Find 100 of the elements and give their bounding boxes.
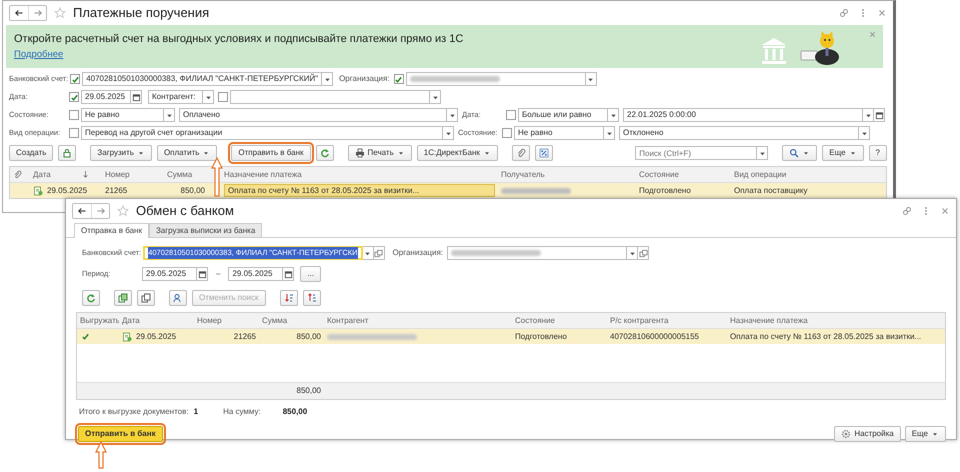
checkbox[interactable] bbox=[506, 110, 516, 120]
dropdown-button[interactable] bbox=[430, 90, 441, 104]
dropdown-button[interactable] bbox=[608, 108, 619, 122]
settings-button[interactable]: Настройка bbox=[834, 426, 901, 442]
table-cell: 29.05.2025 bbox=[47, 184, 88, 196]
forward-arrow-icon bbox=[96, 206, 106, 216]
send-to-bank-button[interactable]: Отправить в банк bbox=[231, 145, 311, 161]
condition-field[interactable]: Больше или равно bbox=[518, 108, 608, 122]
printer-icon bbox=[354, 148, 365, 158]
more-button[interactable]: Еще bbox=[822, 145, 864, 161]
checkbox[interactable] bbox=[394, 74, 404, 84]
sort-button[interactable] bbox=[280, 290, 298, 306]
back-arrow-icon bbox=[77, 206, 87, 216]
caret-icon bbox=[202, 149, 210, 157]
directbank-button[interactable]: 1С:ДиректБанк bbox=[416, 145, 498, 161]
caret-icon bbox=[802, 149, 810, 157]
checkbox[interactable] bbox=[69, 110, 79, 120]
table-cell[interactable]: Оплата по счету № 1163 от 28.05.2025 за визитки... bbox=[224, 184, 495, 197]
calendar-button[interactable] bbox=[874, 108, 885, 122]
bank-account-field[interactable]: 40702810501030000383, ФИЛИАЛ "САНКТ-ПЕТЕРБУРГСКИЙ" bbox=[82, 72, 322, 86]
link-icon[interactable] bbox=[902, 206, 912, 216]
deselect-button[interactable] bbox=[137, 290, 155, 306]
select-all-button[interactable] bbox=[114, 290, 132, 306]
status-field[interactable]: Оплачено bbox=[179, 108, 447, 122]
checkbox[interactable] bbox=[218, 92, 228, 102]
summary-value: 850,00 bbox=[282, 406, 308, 418]
sort-up-icon bbox=[306, 293, 317, 303]
calendar-button[interactable] bbox=[197, 267, 208, 281]
counterparty-selector[interactable]: Контрагент: bbox=[148, 90, 203, 104]
star-icon[interactable] bbox=[54, 7, 66, 19]
back-arrow-icon bbox=[14, 8, 24, 18]
dropdown-button[interactable] bbox=[627, 246, 638, 260]
calendar-icon bbox=[198, 270, 206, 278]
column-header[interactable]: Дата bbox=[122, 314, 140, 326]
pay-button[interactable]: Оплатить bbox=[156, 145, 218, 161]
date-field[interactable]: 29.05.2025 bbox=[142, 267, 197, 281]
column-header[interactable]: Дата bbox=[33, 168, 51, 180]
checkbox[interactable] bbox=[69, 128, 79, 138]
choose-period-button[interactable]: ... bbox=[300, 266, 322, 282]
refresh-button[interactable] bbox=[82, 290, 100, 306]
calendar-button[interactable] bbox=[283, 267, 294, 281]
lock-button[interactable] bbox=[58, 145, 76, 161]
condition-field[interactable]: Не равно bbox=[514, 126, 604, 140]
caret-icon bbox=[848, 149, 857, 157]
table-cell: 29.05.2025 bbox=[136, 330, 176, 342]
checkbox[interactable] bbox=[80, 332, 90, 342]
print-button[interactable]: Печать bbox=[348, 145, 412, 161]
organization-field[interactable] bbox=[447, 246, 628, 260]
dropdown-button[interactable] bbox=[443, 126, 454, 140]
sort-button[interactable] bbox=[302, 290, 321, 306]
window-title: Платежные поручения bbox=[73, 4, 210, 22]
dropdown-button[interactable] bbox=[362, 246, 374, 260]
more-link[interactable]: Подробнее bbox=[14, 48, 64, 60]
total-cell: 850,00 bbox=[296, 385, 321, 397]
checkbox[interactable] bbox=[69, 92, 79, 102]
close-icon[interactable] bbox=[877, 8, 887, 18]
date-field[interactable]: 29.05.2025 bbox=[81, 90, 131, 104]
link-icon[interactable] bbox=[839, 8, 849, 18]
load-button[interactable]: Загрузить bbox=[90, 145, 152, 161]
checkbox[interactable] bbox=[70, 74, 80, 84]
dropdown-button[interactable] bbox=[859, 126, 870, 140]
dropdown-button[interactable] bbox=[322, 72, 334, 86]
table-cell: 40702810600000005155 bbox=[610, 330, 699, 342]
counterparty-field[interactable] bbox=[230, 90, 430, 104]
dropdown-button[interactable] bbox=[863, 108, 874, 122]
search-button[interactable] bbox=[782, 145, 818, 161]
attach-button[interactable] bbox=[512, 145, 530, 161]
organization-field[interactable] bbox=[406, 72, 586, 86]
dropdown-button[interactable] bbox=[203, 90, 214, 104]
find-button[interactable] bbox=[169, 290, 187, 306]
close-icon[interactable] bbox=[940, 206, 950, 216]
condition-field[interactable]: Не равно bbox=[81, 108, 164, 122]
dropdown-button[interactable] bbox=[447, 108, 458, 122]
date-field[interactable]: 29.05.2025 bbox=[228, 267, 284, 281]
table-cell: Оплата поставщику bbox=[734, 184, 808, 196]
dropdown-button[interactable] bbox=[604, 126, 615, 140]
column-header[interactable]: Контрагент bbox=[327, 314, 368, 326]
percent-button[interactable] bbox=[534, 145, 553, 161]
star-icon[interactable] bbox=[117, 205, 129, 217]
dropdown-button[interactable] bbox=[586, 72, 597, 86]
document-icon bbox=[122, 332, 132, 342]
open-button[interactable] bbox=[638, 246, 650, 260]
dropdown-button[interactable] bbox=[757, 146, 768, 160]
checkbox[interactable] bbox=[502, 128, 512, 138]
dropdown-button[interactable] bbox=[164, 108, 175, 122]
filter-label: Организация: bbox=[339, 73, 390, 85]
tab[interactable]: Отправка в банк bbox=[74, 223, 149, 238]
more-button[interactable]: Еще bbox=[904, 426, 946, 442]
create-button[interactable]: Создать bbox=[9, 145, 54, 161]
bank-building-icon bbox=[759, 37, 789, 65]
operation-type-field[interactable]: Перевод на другой счет организации bbox=[81, 126, 443, 140]
calendar-button[interactable] bbox=[131, 90, 142, 104]
refresh-button[interactable] bbox=[316, 145, 334, 161]
send-to-bank-button[interactable]: Отправить в банк bbox=[78, 426, 163, 442]
help-button[interactable]: ? bbox=[868, 145, 887, 161]
status-field[interactable]: Отклонено bbox=[619, 126, 859, 140]
open-button[interactable] bbox=[374, 246, 385, 260]
tab[interactable]: Загрузка выписки из банка bbox=[148, 223, 262, 237]
search-field[interactable]: Поиск (Ctrl+F) bbox=[635, 146, 758, 160]
datetime-field[interactable]: 22.01.2025 0:00:00 bbox=[623, 108, 863, 122]
